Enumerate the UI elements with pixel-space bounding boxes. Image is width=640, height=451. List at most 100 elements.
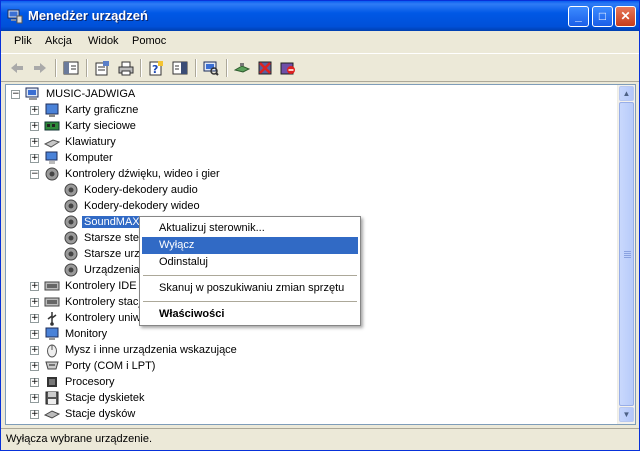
uninstall-icon[interactable] xyxy=(255,58,275,78)
menu-bar: Plik Akcja Widok Pomoc xyxy=(1,31,639,54)
keyboard-icon xyxy=(44,134,60,150)
menu-item-update-driver[interactable]: Aktualizuj sterownik... xyxy=(142,220,358,237)
menu-separator xyxy=(143,301,357,302)
window-title: Menedżer urządzeń xyxy=(28,8,148,23)
title-bar[interactable]: Menedżer urządzeń _ □ ✕ xyxy=(1,1,639,31)
disable-icon[interactable] xyxy=(278,58,298,78)
back-icon[interactable] xyxy=(7,58,27,78)
maximize-button[interactable]: □ xyxy=(592,6,613,27)
console-tree-icon[interactable] xyxy=(61,58,81,78)
toolbar-separator xyxy=(140,59,142,77)
properties-icon[interactable] xyxy=(92,58,112,78)
tree-item-row[interactable]: + Karty graficzne xyxy=(30,102,140,118)
svg-text:?: ? xyxy=(152,63,158,76)
menu-help[interactable]: Pomoc xyxy=(132,35,166,47)
mouse-icon xyxy=(44,342,60,358)
legacy-video-icon xyxy=(63,246,79,262)
tree-item-row[interactable]: + Porty (COM i LPT) xyxy=(30,358,157,374)
menu-view[interactable]: Widok xyxy=(88,35,119,47)
menu-item-disable[interactable]: Wyłącz xyxy=(142,237,358,254)
vertical-scrollbar[interactable]: ▲ ▼ xyxy=(617,85,635,424)
status-bar: Wyłącza wybrane urządzenie. xyxy=(1,428,639,450)
tree-item-label: Procesory xyxy=(65,376,115,388)
expand-toggle[interactable]: + xyxy=(30,153,39,163)
media-control-icon xyxy=(63,262,79,278)
tree-item-row[interactable]: + Karty sieciowe xyxy=(30,118,138,134)
collapse-toggle[interactable]: − xyxy=(30,169,39,179)
menu-item-uninstall[interactable]: Odinstaluj xyxy=(142,254,358,271)
expand-toggle[interactable]: + xyxy=(30,377,39,387)
network-adapter-icon xyxy=(44,118,60,134)
tree-root-row[interactable]: − MUSIC-JADWIGA xyxy=(11,86,137,102)
ide-controller-icon xyxy=(44,278,60,294)
tree-item-label: Kontrolery dźwięku, wideo i gier xyxy=(65,168,220,180)
menu-file[interactable]: Plik xyxy=(14,35,32,47)
scroll-up-button[interactable]: ▲ xyxy=(619,86,634,101)
tree-item-label: Mysz i inne urządzenia wskazujące xyxy=(65,344,237,356)
tree-item-label: Kodery-dekodery audio xyxy=(84,184,198,196)
tree-item-row[interactable]: + Stacje dyskietek xyxy=(30,390,146,406)
tree-item-label: Stacje dyskietek xyxy=(65,392,145,404)
tree-item-row[interactable]: + Stacje dysków xyxy=(30,406,137,422)
toolbar-separator xyxy=(86,59,88,77)
tree-child-row[interactable]: Kodery-dekodery audio xyxy=(63,182,200,198)
collapse-toggle[interactable]: − xyxy=(11,89,20,99)
tree-item-row[interactable]: + Klawiatury xyxy=(30,134,118,150)
tree-item-label: Porty (COM i LPT) xyxy=(65,360,156,372)
menu-action[interactable]: Akcja xyxy=(45,35,72,47)
scroll-thumb[interactable] xyxy=(619,102,634,406)
floppy-drive-icon xyxy=(44,390,60,406)
expand-toggle[interactable]: + xyxy=(30,393,39,403)
computer-icon xyxy=(44,150,60,166)
thumb-grip xyxy=(624,255,631,256)
expand-toggle[interactable]: + xyxy=(30,105,39,115)
help-icon[interactable]: ? xyxy=(146,58,166,78)
context-menu: Aktualizuj sterownik... Wyłącz Odinstalu… xyxy=(139,216,361,326)
legacy-audio-icon xyxy=(63,230,79,246)
view-icon[interactable] xyxy=(170,58,190,78)
menu-item-properties[interactable]: Właściwości xyxy=(142,306,358,323)
video-codec-icon xyxy=(63,198,79,214)
menu-item-scan-hardware[interactable]: Skanuj w poszukiwaniu zmian sprzętu xyxy=(142,280,358,297)
tree-item-row[interactable]: + Monitory xyxy=(30,326,109,342)
expand-toggle[interactable]: + xyxy=(30,313,39,323)
expand-toggle[interactable]: + xyxy=(30,281,39,291)
audio-codec-icon xyxy=(63,182,79,198)
processor-icon xyxy=(44,374,60,390)
status-text: Wyłącza wybrane urządzenie. xyxy=(6,433,153,445)
floppy-controller-icon xyxy=(44,294,60,310)
update-driver-icon[interactable] xyxy=(232,58,252,78)
tree-item-label: Klawiatury xyxy=(65,136,116,148)
scroll-down-button[interactable]: ▼ xyxy=(619,407,634,422)
expand-toggle[interactable]: + xyxy=(30,329,39,339)
toolbar-separator xyxy=(195,59,197,77)
close-button[interactable]: ✕ xyxy=(615,6,636,27)
expand-toggle[interactable]: + xyxy=(30,361,39,371)
minimize-button[interactable]: _ xyxy=(568,6,589,27)
expand-toggle[interactable]: + xyxy=(30,409,39,419)
print-icon[interactable] xyxy=(116,58,136,78)
tree-child-row[interactable]: Kodery-dekodery wideo xyxy=(63,198,202,214)
tree-item-label: Karty sieciowe xyxy=(65,120,136,132)
tree-item-row[interactable]: − Kontrolery dźwięku, wideo i gier xyxy=(30,166,222,182)
tree-item-label: Komputer xyxy=(65,152,113,164)
expand-toggle[interactable]: + xyxy=(30,297,39,307)
menu-separator xyxy=(143,275,357,276)
tree-item-label: Karty graficzne xyxy=(65,104,139,116)
tree-root-label: MUSIC-JADWIGA xyxy=(46,88,136,100)
sound-controller-icon xyxy=(44,166,60,182)
forward-icon[interactable] xyxy=(30,58,50,78)
thumb-grip xyxy=(624,251,631,252)
soundmax-icon xyxy=(63,214,79,230)
tree-item-label: Stacje dysków xyxy=(65,408,136,420)
expand-toggle[interactable]: + xyxy=(30,121,39,131)
expand-toggle[interactable]: + xyxy=(30,137,39,147)
tree-item-row[interactable]: + Mysz i inne urządzenia wskazujące xyxy=(30,342,239,358)
tree-item-row[interactable]: + Procesory xyxy=(30,374,117,390)
thumb-grip xyxy=(624,253,631,254)
scan-hardware-icon[interactable] xyxy=(201,58,221,78)
tree-item-label: Monitory xyxy=(65,328,108,340)
computer-icon xyxy=(25,86,41,102)
expand-toggle[interactable]: + xyxy=(30,345,39,355)
tree-item-row[interactable]: + Komputer xyxy=(30,150,115,166)
